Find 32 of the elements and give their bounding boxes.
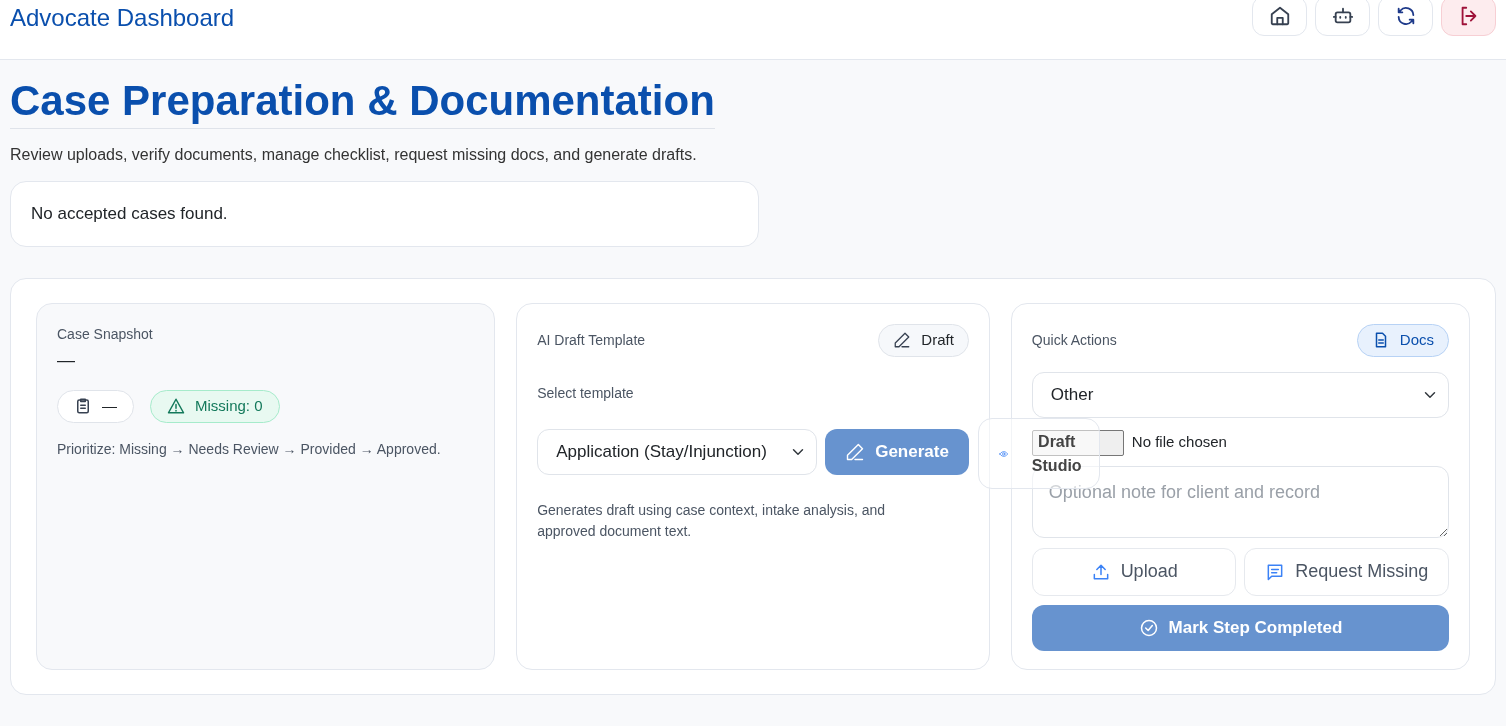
document-type-select[interactable]: Other <box>1031 371 1449 418</box>
warning-icon <box>167 397 185 416</box>
choose-file-button[interactable] <box>1031 429 1124 456</box>
check-circle-icon <box>1138 617 1159 638</box>
pencil-icon <box>845 441 866 462</box>
card-label: AI Draft Template <box>537 330 646 350</box>
field-label: Select template <box>537 383 635 403</box>
card-label: Case Snapshot <box>57 325 154 345</box>
home-button[interactable] <box>1252 0 1307 36</box>
assistant-button[interactable] <box>1315 0 1370 36</box>
generate-note: Generates draft using case context, intake analysis, and approved document text. <box>537 500 887 541</box>
case-name: — <box>57 349 76 373</box>
upload-button[interactable]: Upload <box>1031 547 1237 596</box>
logout-button[interactable] <box>1441 0 1496 36</box>
dashboard-title[interactable]: Advocate Dashboard <box>10 0 235 36</box>
home-icon <box>1268 5 1291 27</box>
notice-card: No accepted cases found. <box>10 181 759 248</box>
template-select[interactable]: Application (Stay/Injunction) <box>537 428 818 475</box>
file-status: No file chosen <box>1131 432 1227 453</box>
draft-badge: Draft <box>878 324 969 357</box>
request-missing-button[interactable]: Request Missing <box>1244 547 1449 596</box>
pencil-icon <box>893 331 912 350</box>
priority-hint: Prioritize: Missing → Needs Review → Provided → Approved. <box>57 439 442 459</box>
refresh-button[interactable] <box>1378 0 1433 36</box>
page-title: Case Preparation & Documentation <box>10 78 715 130</box>
missing-chip: Missing: 0 <box>150 390 280 423</box>
draft-studio-button[interactable]: Draft Studio <box>978 418 1100 489</box>
clipboard-icon <box>74 397 92 416</box>
checklist-chip: — <box>57 390 134 423</box>
docs-badge: Docs <box>1356 324 1449 357</box>
card-label: Quick Actions <box>1031 330 1117 350</box>
page-subtitle: Review uploads, verify documents, manage checklist, request missing docs, and generate drafts. <box>10 145 698 166</box>
